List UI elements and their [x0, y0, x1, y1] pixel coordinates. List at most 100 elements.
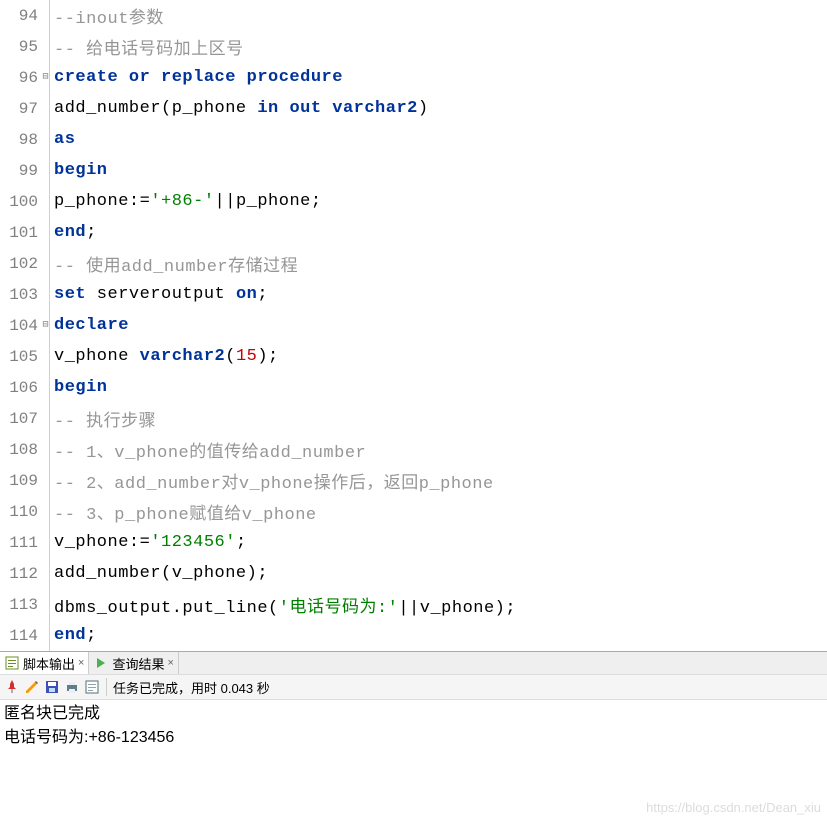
fold-gutter[interactable]: ⊟: [42, 310, 50, 341]
tab-script-output-label: 脚本输出: [23, 654, 75, 673]
token-punct: );: [257, 347, 278, 366]
token-comment: -- 执行步骤: [54, 413, 156, 432]
fold-gutter: [42, 279, 50, 310]
code-line[interactable]: 111v_phone:='123456';: [0, 527, 827, 558]
code-content[interactable]: begin: [50, 378, 108, 397]
code-content[interactable]: end;: [50, 223, 97, 242]
fold-collapse-icon[interactable]: ⊟: [42, 321, 48, 331]
code-content[interactable]: -- 使用add_number存储过程: [50, 251, 298, 277]
code-content[interactable]: -- 1、v_phone的值传给add_number: [50, 437, 366, 463]
code-content[interactable]: --inout参数: [50, 3, 164, 29]
code-line[interactable]: 99 begin: [0, 155, 827, 186]
code-line[interactable]: 109-- 2、add_number对v_phone操作后，返回p_phone: [0, 465, 827, 496]
code-line[interactable]: 108-- 1、v_phone的值传给add_number: [0, 434, 827, 465]
code-line[interactable]: 102-- 使用add_number存储过程: [0, 248, 827, 279]
token-kw: in out varchar2: [257, 99, 418, 118]
line-number: 98: [0, 131, 42, 149]
code-line[interactable]: 94--inout参数: [0, 0, 827, 31]
fold-gutter: [42, 403, 50, 434]
code-content[interactable]: -- 3、p_phone赋值给v_phone: [50, 499, 317, 525]
fold-gutter: [42, 496, 50, 527]
code-content[interactable]: as: [50, 130, 75, 149]
code-line[interactable]: 98 as: [0, 124, 827, 155]
fold-collapse-icon[interactable]: ⊟: [42, 73, 48, 83]
script-output-icon: [4, 655, 20, 671]
line-number: 95: [0, 38, 42, 56]
fold-gutter: [42, 248, 50, 279]
line-number: 105: [0, 348, 42, 366]
pencil-icon[interactable]: [24, 679, 40, 695]
fold-gutter: [42, 434, 50, 465]
code-line[interactable]: 106begin: [0, 372, 827, 403]
fold-gutter: [42, 124, 50, 155]
code-content[interactable]: v_phone varchar2(15);: [50, 347, 279, 366]
fold-gutter: [42, 620, 50, 651]
fold-gutter[interactable]: ⊟: [42, 62, 50, 93]
code-line[interactable]: 104⊟declare: [0, 310, 827, 341]
token-ident: add_number(v_phone);: [54, 564, 268, 583]
code-content[interactable]: set serveroutput on;: [50, 285, 268, 304]
code-line[interactable]: 114end;: [0, 620, 827, 651]
token-punct: ): [418, 99, 429, 118]
token-ident: p_phone:=: [54, 192, 150, 211]
code-line[interactable]: 97add_number(p_phone in out varchar2): [0, 93, 827, 124]
code-line[interactable]: 96⊟create or replace procedure: [0, 62, 827, 93]
close-icon[interactable]: ×: [167, 657, 173, 669]
code-content[interactable]: begin: [50, 161, 108, 180]
code-content[interactable]: end;: [50, 626, 97, 645]
print-icon[interactable]: [64, 679, 80, 695]
fold-gutter: [42, 186, 50, 217]
token-comment: -- 2、add_number对v_phone操作后，返回p_phone: [54, 475, 494, 494]
token-ident: add_number(p_phone: [54, 99, 257, 118]
clear-icon[interactable]: [84, 679, 100, 695]
token-punct: ;: [257, 285, 268, 304]
line-number: 110: [0, 503, 42, 521]
fold-gutter: [42, 589, 50, 620]
token-punct: ;: [86, 626, 97, 645]
code-line[interactable]: 112add_number(v_phone);: [0, 558, 827, 589]
code-content[interactable]: add_number(p_phone in out varchar2): [50, 99, 429, 118]
separator: [106, 678, 107, 696]
code-content[interactable]: create or replace procedure: [50, 68, 343, 87]
fold-gutter: [42, 93, 50, 124]
pin-icon[interactable]: [4, 679, 20, 695]
code-line[interactable]: 101 end;: [0, 217, 827, 248]
token-num: 15: [236, 347, 257, 366]
tab-script-output[interactable]: 脚本输出 ×: [0, 652, 89, 674]
token-kw: set: [54, 285, 86, 304]
tab-query-result[interactable]: 查询结果 ×: [89, 652, 178, 674]
code-content[interactable]: p_phone:='+86-'||p_phone;: [50, 192, 322, 211]
line-number: 101: [0, 224, 42, 242]
line-number: 99: [0, 162, 42, 180]
token-comment: -- 给电话号码加上区号: [54, 41, 244, 60]
fold-gutter: [42, 0, 50, 31]
code-line[interactable]: 100p_phone:='+86-'||p_phone;: [0, 186, 827, 217]
line-number: 113: [0, 596, 42, 614]
code-editor[interactable]: 94--inout参数 95 -- 给电话号码加上区号 96⊟create or re…: [0, 0, 827, 651]
token-kw: begin: [54, 378, 108, 397]
code-line[interactable]: 103set serveroutput on;: [0, 279, 827, 310]
code-content[interactable]: -- 执行步骤: [50, 406, 156, 432]
code-content[interactable]: -- 2、add_number对v_phone操作后，返回p_phone: [50, 468, 494, 494]
fold-gutter: [42, 31, 50, 62]
token-ident: ||v_phone);: [398, 599, 516, 618]
fold-gutter: [42, 527, 50, 558]
close-icon[interactable]: ×: [78, 657, 84, 669]
token-kw: end: [54, 626, 86, 645]
code-line[interactable]: 107-- 执行步骤: [0, 403, 827, 434]
token-kw: declare: [54, 316, 129, 335]
save-icon[interactable]: [44, 679, 60, 695]
fold-gutter: [42, 558, 50, 589]
fold-gutter: [42, 217, 50, 248]
code-line[interactable]: 105 v_phone varchar2(15);: [0, 341, 827, 372]
code-content[interactable]: dbms_output.put_line('电话号码为:'||v_phone);: [50, 592, 516, 618]
code-content[interactable]: declare: [50, 316, 129, 335]
code-line[interactable]: 110 -- 3、p_phone赋值给v_phone: [0, 496, 827, 527]
token-kw: on: [236, 285, 257, 304]
code-content[interactable]: add_number(v_phone);: [50, 564, 268, 583]
code-line[interactable]: 113 dbms_output.put_line('电话号码为:'||v_phon…: [0, 589, 827, 620]
bottom-panel: 脚本输出 × 查询结果 × 任务已完成，用时 0.043 秒 匿名块已完成 电话…: [0, 651, 827, 752]
code-content[interactable]: -- 给电话号码加上区号: [50, 34, 244, 60]
code-content[interactable]: v_phone:='123456';: [50, 533, 247, 552]
code-line[interactable]: 95 -- 给电话号码加上区号: [0, 31, 827, 62]
